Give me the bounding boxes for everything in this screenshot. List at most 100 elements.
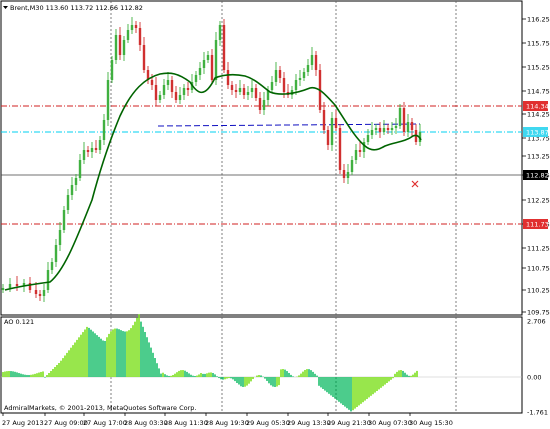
ao-bar — [146, 337, 148, 377]
price-level-tag[interactable]: 113.87 — [523, 127, 549, 137]
candle-body — [106, 80, 110, 120]
ao-bar — [218, 377, 220, 379]
ao-bar — [356, 377, 358, 407]
time-axis-label: 27 Aug 09:00 — [44, 419, 88, 427]
ao-bar — [346, 377, 348, 409]
candle-body — [222, 25, 226, 70]
ao-bar — [308, 369, 310, 377]
ao-bar — [152, 352, 154, 377]
ao-bar — [330, 377, 332, 396]
ao-bar — [304, 369, 306, 377]
candle-body — [390, 128, 394, 130]
ao-bar — [138, 314, 140, 377]
ao-bar — [310, 370, 312, 377]
price-level-tag[interactable]: 112.82 — [523, 170, 549, 180]
ao-bar — [48, 373, 50, 377]
ao-bar — [214, 374, 216, 377]
candle-body — [162, 85, 166, 95]
ao-bar — [86, 326, 88, 377]
ao-bar — [20, 373, 22, 377]
ao-bar — [40, 371, 42, 377]
ao-bar — [172, 375, 174, 377]
ao-scale-label: 0.00 — [527, 374, 541, 382]
ao-bar — [234, 377, 236, 382]
ao-bar — [150, 347, 152, 377]
candle-body — [294, 80, 298, 90]
candle-body — [358, 150, 362, 152]
ao-bar — [258, 375, 260, 377]
ao-bar — [368, 377, 370, 398]
ao-bar — [226, 377, 228, 379]
ao-bar — [8, 371, 10, 377]
ao-bar — [2, 372, 4, 377]
ao-bar — [140, 321, 142, 377]
ao-bar — [122, 331, 124, 377]
ao-bar — [364, 377, 366, 401]
ao-bar — [228, 377, 230, 379]
candle-body — [66, 195, 70, 210]
candle-body — [366, 135, 370, 142]
ao-bar — [56, 365, 58, 377]
candle-body — [334, 118, 338, 128]
ao-bar — [260, 375, 262, 377]
price-level-tag[interactable]: 114.34 — [523, 101, 549, 111]
candle-body — [250, 88, 254, 92]
ao-bar — [392, 377, 394, 379]
price-axis-label: 109.75 — [527, 309, 550, 317]
price-axis-label: 114.25 — [527, 111, 550, 119]
candle-body — [226, 70, 230, 85]
ao-bar — [280, 369, 282, 377]
ao-bar — [198, 374, 200, 377]
ao-bar — [272, 377, 274, 387]
candle-body — [58, 230, 62, 245]
ao-bar — [24, 374, 26, 377]
ao-bar — [110, 331, 112, 377]
ao-bar — [322, 377, 324, 389]
ao-bar — [104, 341, 106, 377]
candle-body — [370, 130, 374, 135]
ao-bar — [220, 377, 222, 380]
candle-body — [50, 262, 54, 270]
candle-body — [122, 40, 126, 55]
candle-body — [15, 284, 19, 286]
candle-body — [118, 35, 122, 55]
ao-bar — [64, 355, 66, 377]
ao-bar — [354, 377, 356, 409]
candle-body — [54, 245, 58, 262]
price-level-tag[interactable]: 111.73 — [523, 219, 549, 229]
ao-bar — [108, 333, 110, 377]
ao-bar — [216, 376, 218, 377]
trading-terminal: Brent,M30 113.60 113.72 112.66 112.82 11… — [0, 0, 550, 427]
time-axis-label: 30 Aug 15:30 — [409, 419, 453, 427]
ao-bar — [208, 372, 210, 377]
ao-bar — [58, 363, 60, 377]
ao-bar — [284, 369, 286, 377]
candle-body — [186, 88, 190, 90]
ao-bar — [72, 345, 74, 377]
ao-bar — [358, 377, 360, 406]
main-chart-frame[interactable] — [0, 0, 523, 316]
ao-bar — [404, 372, 406, 377]
candle-body — [74, 178, 78, 185]
ao-bar — [132, 325, 134, 377]
candle-body — [170, 80, 174, 92]
ao-bar — [120, 330, 122, 377]
ao-bar — [402, 370, 404, 377]
ao-bar — [168, 375, 170, 377]
time-axis-label: 29 Aug 05:30 — [246, 419, 290, 427]
candle-body — [298, 78, 302, 80]
ao-bar — [166, 375, 168, 377]
ao-bar — [154, 358, 156, 377]
ao-bar — [264, 377, 266, 379]
time-axis-label: 27 Aug 17:00 — [83, 419, 127, 427]
ao-bar — [28, 374, 30, 377]
ao-bar — [406, 374, 408, 377]
candle-body — [374, 128, 378, 130]
candle-body — [166, 80, 170, 85]
ao-bar — [34, 373, 36, 377]
ao-bar — [54, 367, 56, 377]
ao-bar — [400, 370, 402, 377]
ao-bar — [252, 377, 254, 380]
ao-bar — [386, 377, 388, 383]
candle-body — [150, 80, 154, 85]
